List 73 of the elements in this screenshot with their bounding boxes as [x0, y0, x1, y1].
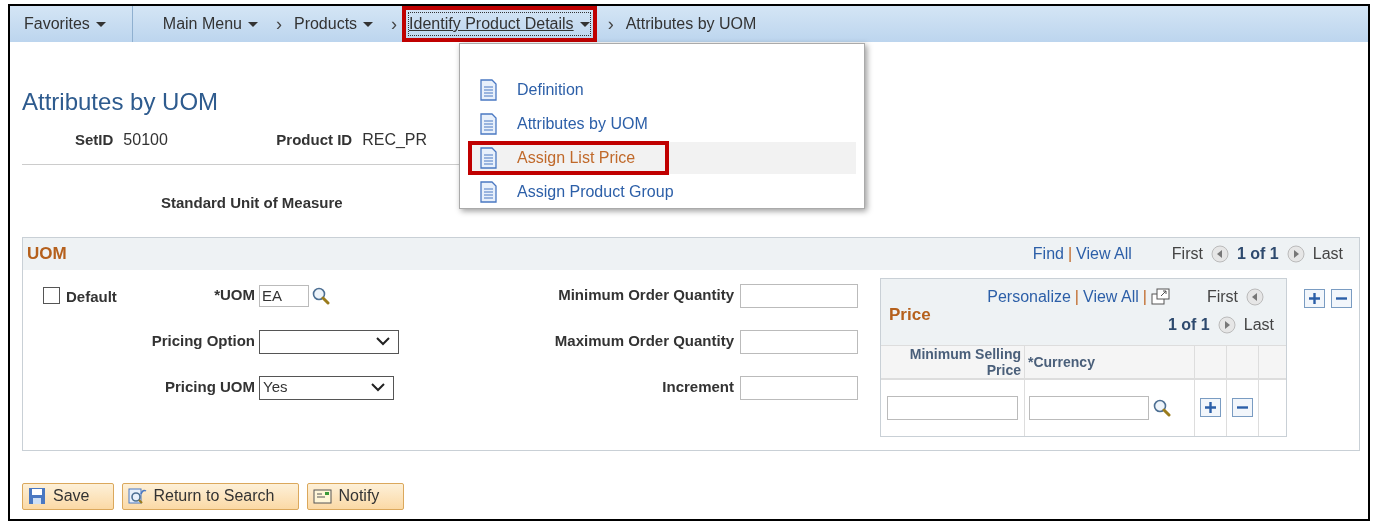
delete-row-icon	[1331, 288, 1352, 308]
action-button[interactable]: Return to Search	[122, 482, 300, 510]
field-label: SetID	[75, 129, 114, 150]
new-window-icon	[1150, 287, 1171, 306]
menu-item[interactable]: Assign Product Group	[468, 176, 856, 208]
action-button[interactable]: Notify	[307, 482, 405, 510]
field-label: Increment	[661, 377, 735, 398]
menu-item[interactable]: Assign List Price	[468, 142, 856, 174]
grid-title: Price	[889, 303, 931, 326]
search-icon	[128, 487, 148, 505]
next-icon	[1286, 244, 1305, 263]
breadcrumb-link[interactable]: Identify Product Details	[402, 6, 597, 42]
field-label: *UOM	[214, 285, 255, 306]
input-field[interactable]	[740, 283, 858, 308]
pager-link[interactable]: Last	[1312, 241, 1343, 266]
header-link[interactable]: Find	[1032, 241, 1064, 266]
input-field[interactable]	[1029, 395, 1149, 420]
header-link[interactable]: View All	[1076, 241, 1132, 266]
section-title: UOM	[27, 242, 67, 265]
dropdown-field[interactable]: Yes	[259, 375, 394, 400]
menu-item[interactable]: Definition	[468, 74, 856, 106]
delete-row-icon	[1232, 398, 1253, 417]
column-header: Minimum Selling Price	[881, 345, 1025, 378]
search-icon	[1153, 398, 1171, 417]
field-value: 50100	[123, 130, 169, 150]
pager-link[interactable]: Last	[1243, 312, 1274, 337]
add-row-icon	[1304, 288, 1325, 308]
header-link[interactable]: View All	[1083, 284, 1139, 309]
link-separator: |	[1142, 286, 1147, 307]
input-field[interactable]	[887, 395, 1018, 420]
previous-icon	[1246, 287, 1264, 306]
previous-icon	[1210, 244, 1229, 263]
field-value: REC_PR	[362, 130, 428, 150]
page-count: 1 of 1	[1167, 314, 1210, 335]
field-label: Minimum Order Quantity	[557, 285, 735, 306]
chevron-down-icon	[371, 383, 385, 392]
next-icon	[1217, 315, 1236, 334]
checkbox-label: Default	[66, 286, 117, 307]
page-count: 1 of 1	[1236, 243, 1279, 264]
checkbox[interactable]	[43, 287, 60, 304]
note-icon	[313, 487, 333, 505]
pager-link[interactable]: First	[1171, 241, 1203, 266]
breadcrumb-link[interactable]: Products	[286, 6, 381, 42]
search-icon	[312, 286, 330, 305]
document-icon	[480, 147, 497, 169]
pager-link[interactable]: First	[1206, 284, 1238, 309]
chevron-down-icon	[376, 337, 390, 346]
page-title: Attributes by UOM	[22, 88, 219, 116]
link-separator: |	[1074, 286, 1079, 307]
subheading: Standard Unit of Measure	[161, 193, 343, 213]
header-link[interactable]: Personalize	[987, 284, 1071, 309]
input-field[interactable]	[740, 329, 858, 354]
link-separator: |	[1067, 243, 1073, 264]
document-icon	[480, 79, 497, 101]
input-field[interactable]	[740, 375, 858, 400]
field-label: Pricing Option	[151, 331, 255, 352]
document-icon	[480, 181, 497, 203]
document-icon	[480, 113, 497, 135]
action-button[interactable]: Save	[22, 482, 115, 510]
breadcrumb-link[interactable]: Main Menu	[155, 6, 265, 42]
field-label: Maximum Order Quantity	[553, 331, 735, 352]
separator: ›	[275, 12, 282, 36]
field-label: Product ID	[276, 129, 353, 150]
column-header: *Currency	[1025, 345, 1195, 378]
breadcrumb-link[interactable]: Attributes by UOM	[618, 6, 764, 42]
menu-item[interactable]: Attributes by UOM	[468, 108, 856, 140]
separator: ›	[607, 12, 614, 36]
input-field[interactable]: EA	[259, 284, 309, 307]
breadcrumb-link[interactable]: Favorites	[17, 6, 113, 42]
add-row-icon	[1200, 398, 1221, 417]
field-label: Pricing UOM	[165, 377, 255, 398]
dropdown-field[interactable]	[259, 329, 399, 354]
separator: ›	[391, 12, 398, 36]
